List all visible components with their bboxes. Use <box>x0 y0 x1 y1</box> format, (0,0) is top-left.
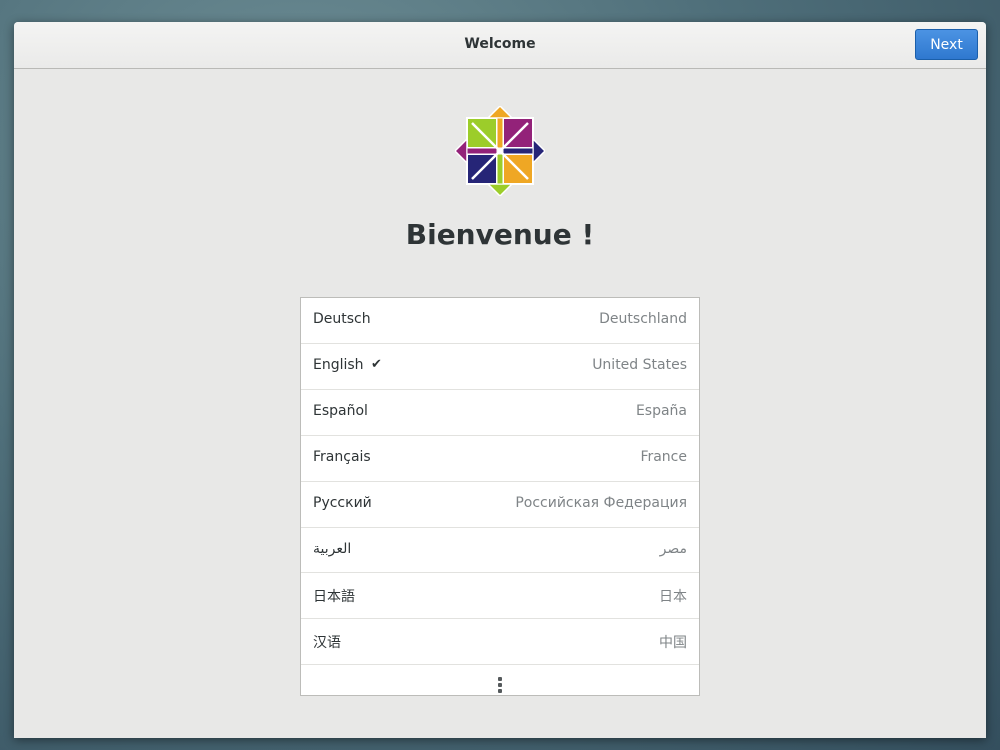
language-name: Español <box>313 403 368 419</box>
language-name: English <box>313 357 364 373</box>
language-row-francais[interactable]: Français France <box>301 436 699 482</box>
language-row-chinese[interactable]: 汉语 中国 <box>301 619 699 665</box>
language-row-russian[interactable]: Русский Российская Федерация <box>301 482 699 528</box>
region-name: مصر <box>659 541 687 557</box>
centos-logo <box>455 106 545 196</box>
checkmark-icon: ✔ <box>371 357 382 372</box>
more-languages-button[interactable] <box>301 665 699 703</box>
region-name: 日本 <box>659 589 687 605</box>
language-name: العربية <box>313 541 352 557</box>
header-bar: Welcome Next <box>14 22 986 69</box>
language-row-japanese[interactable]: 日本語 日本 <box>301 573 699 619</box>
window-title: Welcome <box>464 36 536 52</box>
setup-window: Welcome Next Bienvenue ! Deutsch Deutsch… <box>14 22 986 738</box>
region-name: España <box>635 403 687 419</box>
language-name: Русский <box>313 495 372 511</box>
region-name: France <box>640 449 687 465</box>
region-name: Deutschland <box>599 311 687 327</box>
language-name: Deutsch <box>313 311 371 327</box>
language-row-deutsch[interactable]: Deutsch Deutschland <box>301 298 699 344</box>
region-name: United States <box>592 357 687 373</box>
language-name: Français <box>313 449 371 465</box>
vertical-ellipsis-icon <box>498 677 502 695</box>
language-name: 汉语 <box>313 635 341 651</box>
language-name: 日本語 <box>313 589 355 605</box>
region-name: 中国 <box>659 635 687 651</box>
language-list: Deutsch Deutschland English ✔ United Sta… <box>300 297 700 696</box>
welcome-heading: Bienvenue ! <box>405 218 595 251</box>
next-button[interactable]: Next <box>915 29 978 60</box>
region-name: Российская Федерация <box>515 495 687 511</box>
language-row-english[interactable]: English ✔ United States <box>301 344 699 390</box>
language-row-arabic[interactable]: العربية مصر <box>301 528 699 573</box>
language-row-espanol[interactable]: Español España <box>301 390 699 436</box>
